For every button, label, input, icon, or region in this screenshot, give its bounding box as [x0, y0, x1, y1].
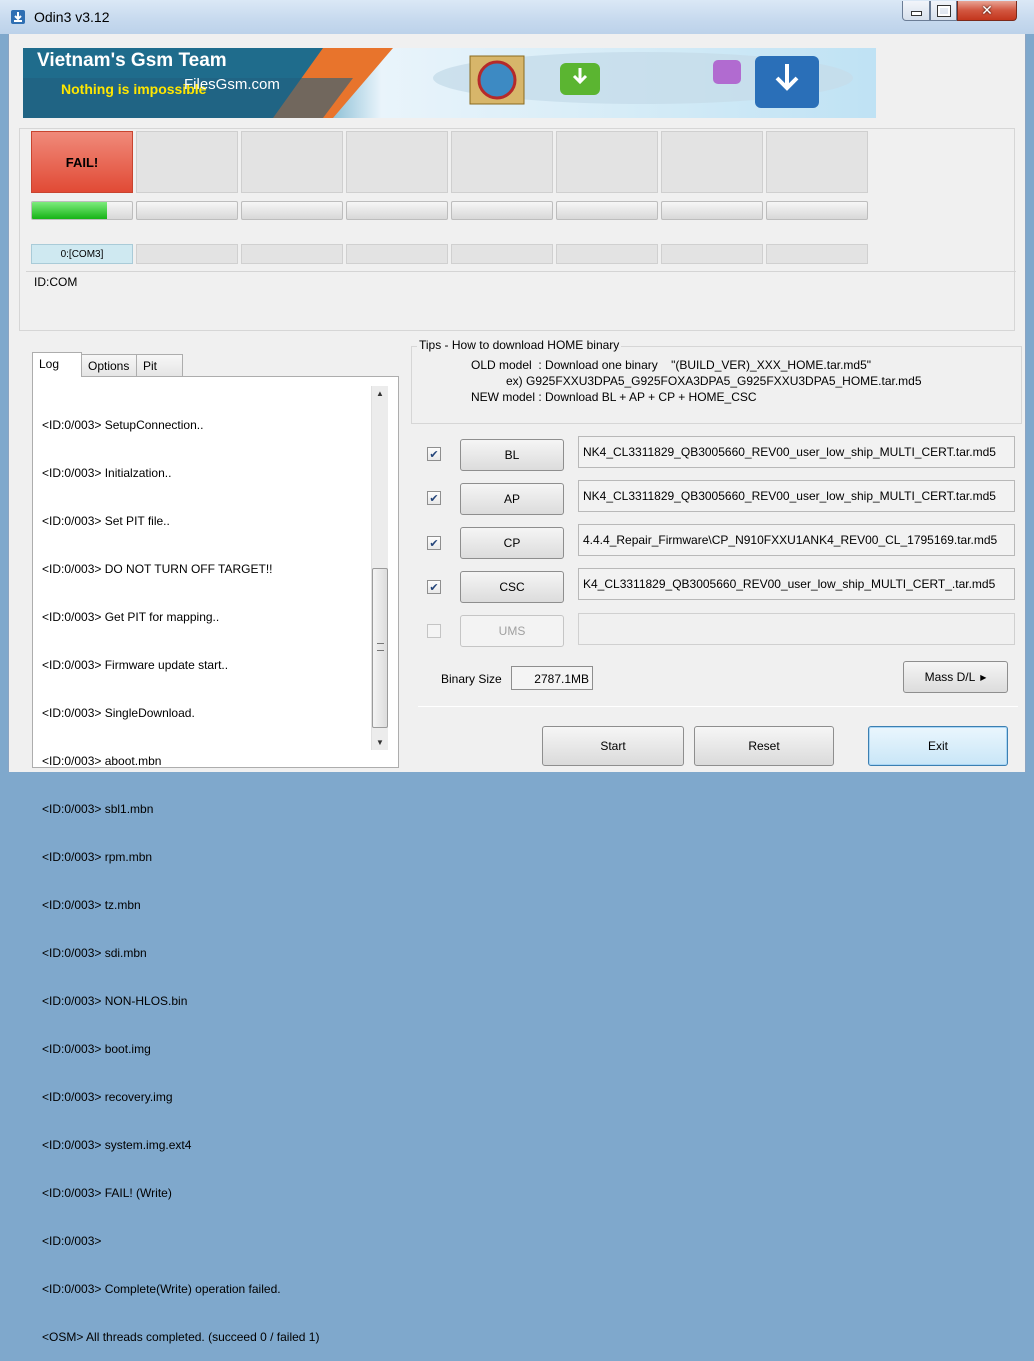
device-slot-8-progress	[766, 201, 868, 220]
csc-checkbox[interactable]: ✔	[427, 580, 441, 594]
ap-checkbox[interactable]: ✔	[427, 491, 441, 505]
tab-pit[interactable]: Pit	[136, 354, 183, 377]
maximize-button[interactable]	[930, 1, 957, 21]
log-line: <OSM> All threads completed. (succeed 0 …	[42, 1330, 320, 1344]
device-slot-1-progress	[31, 201, 133, 220]
log-line: <ID:0/003> Set PIT file..	[42, 514, 170, 528]
ap-file-path[interactable]: NK4_CL3311829_QB3005660_REV00_user_low_s…	[578, 480, 1015, 512]
reset-button[interactable]: Reset	[694, 726, 834, 766]
log-line: <ID:0/003> FAIL! (Write)	[42, 1186, 172, 1200]
tips-old-model: OLD model : Download one binary "(BUILD_…	[471, 358, 872, 372]
log-line: <ID:0/003> NON-HLOS.bin	[42, 994, 188, 1008]
device-slot-5-progress	[451, 201, 553, 220]
arrow-right-icon: ▶	[980, 672, 987, 682]
checkmark-icon: ✔	[429, 492, 439, 505]
bl-checkbox[interactable]: ✔	[427, 447, 441, 461]
device-slot-8-com	[766, 244, 868, 264]
window-title: Odin3 v3.12	[34, 9, 110, 25]
minimize-icon	[910, 11, 922, 16]
scroll-up-icon[interactable]: ▲	[372, 386, 388, 398]
cp-button[interactable]: CP	[460, 527, 564, 559]
log-line: <ID:0/003> Initialzation..	[42, 466, 172, 480]
separator	[418, 706, 1018, 707]
checkmark-icon: ✔	[429, 448, 439, 461]
log-line: <ID:0/003> recovery.img	[42, 1090, 173, 1104]
device-slot-3-status	[241, 131, 343, 193]
tips-title: Tips - How to download HOME binary	[417, 338, 622, 352]
log-line: <ID:0/003> sbl1.mbn	[42, 802, 154, 816]
device-slot-2-progress	[136, 201, 238, 220]
device-slot-6-status	[556, 131, 658, 193]
log-line: <ID:0/003> tz.mbn	[42, 898, 141, 912]
log-line: <ID:0/003> system.img.ext4	[42, 1138, 192, 1152]
log-line: <ID:0/003> Firmware update start..	[42, 658, 229, 672]
device-slot-1-com: 0:[COM3]	[31, 244, 133, 264]
device-slot-7-progress	[661, 201, 763, 220]
device-slot-7-status	[661, 131, 763, 193]
log-line: <ID:0/003>	[42, 1234, 102, 1248]
log-line: <ID:0/003> DO NOT TURN OFF TARGET!!	[42, 562, 273, 576]
mass-dl-button[interactable]: Mass D/L ▶	[903, 661, 1008, 693]
grip-icon	[376, 643, 384, 651]
checkmark-icon: ✔	[429, 537, 439, 550]
device-slot-2-status	[136, 131, 238, 193]
maximize-icon	[936, 4, 951, 17]
device-slot-5-status	[451, 131, 553, 193]
device-slot-4-com	[346, 244, 448, 264]
device-slot-4-status	[346, 131, 448, 193]
exit-button[interactable]: Exit	[868, 726, 1008, 766]
csc-button[interactable]: CSC	[460, 571, 564, 603]
id-com-group	[26, 271, 1016, 329]
tips-new-model: NEW model : Download BL + AP + CP + HOME…	[471, 390, 757, 404]
device-slot-8-status	[766, 131, 868, 193]
device-slot-7-com	[661, 244, 763, 264]
binary-size-value: 2787.1MB	[511, 666, 593, 690]
progress-fill	[32, 202, 107, 219]
log-line: <ID:0/003> Complete(Write) operation fai…	[42, 1282, 281, 1296]
odin-app-icon	[11, 10, 25, 24]
cp-file-path[interactable]: 4.4.4_Repair_Firmware\CP_N910FXXU1ANK4_R…	[578, 524, 1015, 556]
scroll-down-icon[interactable]: ▼	[372, 738, 388, 747]
tips-example: ex) G925FXXU3DPA5_G925FOXA3DPA5_G925FXXU…	[506, 374, 922, 388]
binary-size-label: Binary Size	[441, 672, 502, 686]
close-icon: ✕	[981, 2, 993, 18]
log-line: <ID:0/003> rpm.mbn	[42, 850, 153, 864]
csc-file-path[interactable]: K4_CL3311829_QB3005660_REV00_user_low_sh…	[578, 568, 1015, 600]
close-button[interactable]: ✕	[957, 1, 1017, 21]
device-slot-3-com	[241, 244, 343, 264]
ums-button[interactable]: UMS	[460, 615, 564, 647]
mass-dl-label: Mass D/L	[924, 670, 976, 684]
title-bar[interactable]	[0, 0, 1034, 34]
device-slot-4-progress	[346, 201, 448, 220]
device-slot-5-com	[451, 244, 553, 264]
log-line: <ID:0/003> SetupConnection..	[42, 418, 204, 432]
device-slot-2-com	[136, 244, 238, 264]
device-slot-3-progress	[241, 201, 343, 220]
ums-file-path	[578, 613, 1015, 645]
minimize-button[interactable]	[902, 1, 930, 21]
id-com-label: ID:COM	[34, 275, 78, 289]
bl-file-path[interactable]: NK4_CL3311829_QB3005660_REV00_user_low_s…	[578, 436, 1015, 468]
log-line: <ID:0/003> boot.img	[42, 1042, 151, 1056]
log-line: <ID:0/003> SingleDownload.	[42, 706, 195, 720]
log-line: <ID:0/003> sdi.mbn	[42, 946, 147, 960]
ap-button[interactable]: AP	[460, 483, 564, 515]
log-line: <ID:0/003> Get PIT for mapping..	[42, 610, 220, 624]
banner-brand: Vietnam's Gsm Team	[37, 50, 227, 71]
log-textarea[interactable]: <ID:0/003> SetupConnection.. <ID:0/003> …	[42, 385, 372, 1361]
start-button[interactable]: Start	[542, 726, 684, 766]
checkmark-icon: ✔	[429, 581, 439, 594]
bl-button[interactable]: BL	[460, 439, 564, 471]
log-scroll-thumb[interactable]	[372, 568, 388, 728]
device-slot-6-com	[556, 244, 658, 264]
ums-checkbox[interactable]	[427, 624, 441, 638]
cp-checkbox[interactable]: ✔	[427, 536, 441, 550]
tab-log[interactable]: Log	[32, 352, 82, 377]
device-slot-6-progress	[556, 201, 658, 220]
banner-watermark: FilesGsm.com	[184, 76, 280, 93]
log-line: <ID:0/003> aboot.mbn	[42, 754, 162, 768]
device-slot-1-status: FAIL!	[31, 131, 133, 193]
tab-options[interactable]: Options	[81, 354, 137, 377]
